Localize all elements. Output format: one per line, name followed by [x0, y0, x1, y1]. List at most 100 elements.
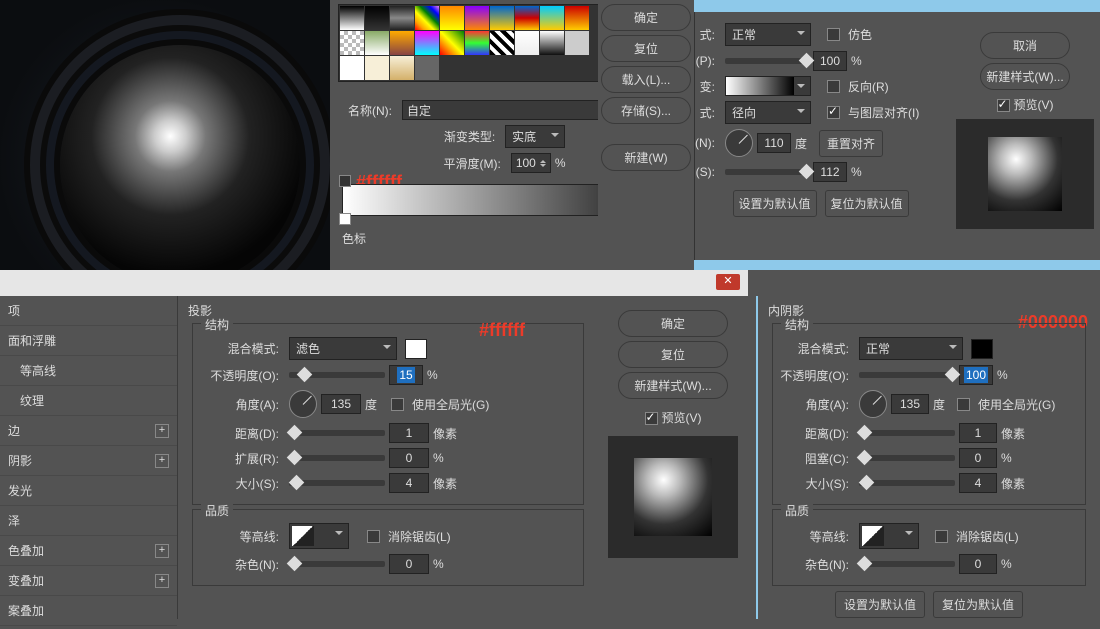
- angle-input[interactable]: [321, 394, 361, 414]
- gradient-picker[interactable]: [725, 76, 811, 96]
- opacity-slider[interactable]: [289, 372, 385, 378]
- blend-select[interactable]: 正常: [859, 337, 963, 360]
- new-style-button[interactable]: 新建样式(W)...: [980, 63, 1070, 90]
- sidebar-item[interactable]: 项: [0, 296, 177, 326]
- new-style-button[interactable]: 新建样式(W)...: [618, 372, 728, 399]
- spread-slider[interactable]: [289, 455, 385, 461]
- sidebar-item[interactable]: 纹理: [0, 386, 177, 416]
- style-lbl: 式:: [695, 104, 721, 121]
- angle-dial[interactable]: [859, 390, 887, 418]
- angle-input[interactable]: [757, 133, 791, 153]
- dither-check[interactable]: [827, 28, 840, 41]
- smooth-label: 平滑度(M):: [443, 155, 506, 172]
- sidebar-item[interactable]: 面和浮雕: [0, 326, 177, 356]
- dist-slider[interactable]: [859, 430, 955, 436]
- inner-shadow-panel: 内阴影 #000000 结构 混合模式: 正常 不透明度(O): 100% 角度…: [756, 296, 1100, 619]
- size-input[interactable]: [389, 473, 429, 493]
- sidebar-item[interactable]: 等高线: [0, 356, 177, 386]
- color-stop-left[interactable]: [339, 213, 351, 225]
- plus-icon[interactable]: +: [155, 424, 169, 438]
- smooth-input[interactable]: 100: [511, 153, 551, 173]
- annotation-white2: #ffffff: [479, 320, 525, 341]
- scale-input[interactable]: [813, 162, 847, 182]
- noise-input[interactable]: [389, 554, 429, 574]
- speaker-graphic: [60, 45, 300, 270]
- reset-default-button[interactable]: 复位为默认值: [933, 591, 1023, 618]
- scale-slider[interactable]: [725, 169, 809, 175]
- antialias-check[interactable]: [935, 530, 948, 543]
- reset-button[interactable]: 复位: [601, 35, 691, 62]
- noise-slider[interactable]: [289, 561, 385, 567]
- noise-input[interactable]: [959, 554, 997, 574]
- global-light-check[interactable]: [957, 398, 970, 411]
- preview-check[interactable]: [997, 99, 1010, 112]
- choke-input[interactable]: [959, 448, 997, 468]
- size-slider[interactable]: [289, 480, 385, 486]
- artwork-preview: [0, 0, 330, 270]
- color-swatch[interactable]: [971, 339, 993, 359]
- opacity-input[interactable]: 100: [959, 365, 993, 385]
- realign-button[interactable]: 重置对齐: [819, 130, 883, 157]
- dist-input[interactable]: [389, 423, 429, 443]
- angle-dial[interactable]: [289, 390, 317, 418]
- sidebar-item[interactable]: 变叠加+: [0, 566, 177, 596]
- blend-select[interactable]: 滤色: [289, 337, 397, 360]
- scale-lbl: (S):: [695, 165, 721, 179]
- ang-lbl: (N):: [695, 136, 721, 150]
- plus-icon[interactable]: +: [155, 454, 169, 468]
- preview-check[interactable]: [645, 412, 658, 425]
- spread-input[interactable]: [389, 448, 429, 468]
- struct-legend: 结构: [201, 316, 233, 333]
- global-light-check[interactable]: [391, 398, 404, 411]
- set-default-button[interactable]: 设置为默认值: [835, 591, 925, 618]
- opacity-slider[interactable]: [859, 372, 955, 378]
- choke-slider[interactable]: [859, 455, 955, 461]
- opacity-stop-left[interactable]: [339, 175, 351, 187]
- sidebar-item[interactable]: 色叠加+: [0, 536, 177, 566]
- save-button[interactable]: 存储(S)...: [601, 97, 691, 124]
- ok-button[interactable]: 确定: [618, 310, 728, 337]
- sidebar-item[interactable]: 边+: [0, 416, 177, 446]
- plus-icon[interactable]: +: [155, 574, 169, 588]
- gradient-overlay-panel: 式: 正常 仿色 (P): % 变: 反向(R) 式: 径向 与图层对齐(I) …: [694, 12, 1100, 270]
- dist-slider[interactable]: [289, 430, 385, 436]
- op-lbl: (P):: [695, 54, 721, 68]
- size-input[interactable]: [959, 473, 997, 493]
- close-icon[interactable]: ✕: [716, 274, 740, 290]
- angle-dial[interactable]: [725, 129, 753, 157]
- opacity-slider[interactable]: [725, 58, 809, 64]
- stops-label: 色标: [342, 232, 366, 246]
- drop-title: 投影: [188, 302, 588, 319]
- sidebar-item[interactable]: 案叠加: [0, 596, 177, 626]
- style-select[interactable]: 径向: [725, 101, 811, 124]
- opacity-input[interactable]: 15: [389, 365, 423, 385]
- size-slider[interactable]: [859, 480, 955, 486]
- set-default-button[interactable]: 设置为默认值: [733, 190, 817, 217]
- sidebar-item[interactable]: 阴影+: [0, 446, 177, 476]
- angle-input[interactable]: [891, 394, 929, 414]
- titlebar-strip: [694, 0, 1100, 12]
- antialias-check[interactable]: [367, 530, 380, 543]
- drop-shadow-buttons: 确定 复位 新建样式(W)... 预览(V): [598, 296, 748, 619]
- noise-slider[interactable]: [859, 561, 955, 567]
- gradient-type-select[interactable]: 实底: [505, 125, 565, 148]
- ok-button[interactable]: 确定: [601, 4, 691, 31]
- name-label: 名称(N):: [338, 102, 398, 119]
- sidebar-item[interactable]: 发光: [0, 476, 177, 506]
- contour-picker[interactable]: [289, 523, 349, 549]
- align-check[interactable]: [827, 106, 840, 119]
- contour-picker[interactable]: [859, 523, 919, 549]
- reverse-check[interactable]: [827, 80, 840, 93]
- color-swatch[interactable]: [405, 339, 427, 359]
- reset-button[interactable]: 复位: [618, 341, 728, 368]
- opacity-input[interactable]: [813, 51, 847, 71]
- cancel-button[interactable]: 取消: [980, 32, 1070, 59]
- blend-mode-select[interactable]: 正常: [725, 23, 811, 46]
- dist-input[interactable]: [959, 423, 997, 443]
- plus-icon[interactable]: +: [155, 544, 169, 558]
- new-button[interactable]: 新建(W): [601, 144, 691, 171]
- reset-default-button[interactable]: 复位为默认值: [825, 190, 909, 217]
- load-button[interactable]: 载入(L)...: [601, 66, 691, 93]
- sidebar-item[interactable]: 泽: [0, 506, 177, 536]
- gradient-buttons: 确定 复位 载入(L)... 存储(S)... 新建(W): [598, 0, 694, 270]
